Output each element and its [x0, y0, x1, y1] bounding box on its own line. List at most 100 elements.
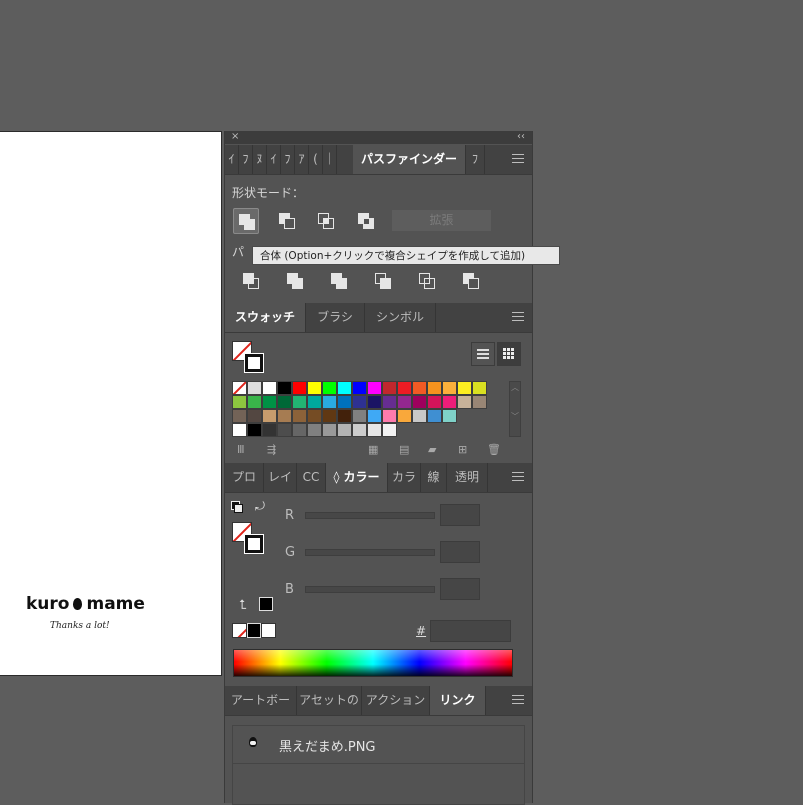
- swatch-row3-1[interactable]: [247, 409, 262, 423]
- swatch-row2-1[interactable]: [247, 395, 262, 409]
- swatch-row3-10[interactable]: [382, 409, 397, 423]
- swatch-grey-1[interactable]: [247, 423, 262, 437]
- swatch-grey-3[interactable]: [277, 423, 292, 437]
- tab-symbols[interactable]: シンボル: [365, 303, 436, 332]
- swatch-grey-10[interactable]: [382, 423, 397, 437]
- delete-swatch-icon[interactable]: 🗑: [487, 444, 501, 455]
- swatch-row2-5[interactable]: [307, 395, 322, 409]
- swatch-row1-5[interactable]: [337, 381, 352, 395]
- new-color-group-icon[interactable]: ▰: [428, 444, 440, 455]
- tab-collapsed-1[interactable]: ｲ: [225, 145, 239, 174]
- minus-front-button[interactable]: [274, 208, 298, 232]
- tab-color[interactable]: ◊ カラー: [326, 463, 388, 492]
- swatch-row3-12[interactable]: [412, 409, 427, 423]
- swatch-row1-0[interactable]: [262, 381, 277, 395]
- link-row[interactable]: 黒えだまめ.PNG: [233, 726, 524, 764]
- swatch-grey-9[interactable]: [367, 423, 382, 437]
- swatch-row1-14[interactable]: [472, 381, 487, 395]
- tab-actions[interactable]: アクション: [362, 686, 430, 715]
- tab-stroke[interactable]: 線: [421, 463, 447, 492]
- swatch-grey-6[interactable]: [322, 423, 337, 437]
- tab-collapsed-6[interactable]: ｱ: [295, 145, 309, 174]
- color-menu-icon[interactable]: [512, 472, 524, 484]
- tab-links[interactable]: リンク: [430, 686, 486, 715]
- merge-button[interactable]: [327, 269, 351, 293]
- minus-back-button[interactable]: [459, 269, 483, 293]
- channel-r-slider[interactable]: [305, 512, 435, 519]
- tab-properties[interactable]: プロ: [225, 463, 264, 492]
- swap-colors-icon[interactable]: ⤾: [255, 499, 265, 514]
- swatch-kind-icon[interactable]: ▦: [368, 444, 380, 455]
- links-menu-icon[interactable]: [512, 695, 524, 707]
- tab-brushes[interactable]: ブラシ: [306, 303, 365, 332]
- swatch-registration[interactable]: [247, 381, 262, 395]
- swatch-grey-8[interactable]: [352, 423, 367, 437]
- place-swatch-icon[interactable]: ⇶: [267, 444, 279, 455]
- swatch-row2-2[interactable]: [262, 395, 277, 409]
- swatch-row1-1[interactable]: [277, 381, 292, 395]
- swatch-row2-6[interactable]: [322, 395, 337, 409]
- tab-pathfinder[interactable]: パスファインダー: [353, 145, 466, 174]
- channel-r-input[interactable]: [440, 504, 480, 526]
- swatch-row3-8[interactable]: [352, 409, 367, 423]
- quick-black-swatch[interactable]: [247, 623, 261, 638]
- swatch-options-icon[interactable]: ▤: [399, 444, 411, 455]
- tab-collapsed-2[interactable]: ﾌ: [239, 145, 253, 174]
- swatch-row3-9[interactable]: [367, 409, 382, 423]
- swatch-row3-6[interactable]: [322, 409, 337, 423]
- swatch-row2-9[interactable]: [367, 395, 382, 409]
- tab-swatches[interactable]: スウォッチ: [225, 303, 306, 332]
- exclude-button[interactable]: [353, 208, 377, 232]
- tab-collapsed-7[interactable]: (: [309, 145, 323, 174]
- swatch-row2-4[interactable]: [292, 395, 307, 409]
- hex-input[interactable]: [430, 620, 511, 642]
- grid-view-icon[interactable]: [497, 342, 521, 366]
- swatch-row2-11[interactable]: [397, 395, 412, 409]
- out-of-gamut-icon[interactable]: ⮤: [239, 598, 247, 613]
- dock-collapse-icon[interactable]: ‹‹: [517, 131, 525, 142]
- dock-close-icon[interactable]: ×: [231, 131, 239, 142]
- swatch-row3-3[interactable]: [277, 409, 292, 423]
- tab-collapsed-8[interactable]: ｜: [323, 145, 337, 174]
- swatch-library-icon[interactable]: Ⅲ: [237, 444, 249, 455]
- tab-layers[interactable]: レイ: [264, 463, 297, 492]
- tab-color-guide[interactable]: カラ: [388, 463, 421, 492]
- swatch-row2-14[interactable]: [442, 395, 457, 409]
- swatch-row2-8[interactable]: [352, 395, 367, 409]
- crop-button[interactable]: [371, 269, 395, 293]
- channel-g-input[interactable]: [440, 541, 480, 563]
- channel-b-input[interactable]: [440, 578, 480, 600]
- unite-button[interactable]: [233, 208, 259, 234]
- default-colors-icon[interactable]: [231, 501, 243, 513]
- tab-collapsed-4[interactable]: ｲ: [267, 145, 281, 174]
- swatch-row1-3[interactable]: [307, 381, 322, 395]
- swatch-row1-10[interactable]: [412, 381, 427, 395]
- swatch-grey-5[interactable]: [307, 423, 322, 437]
- color-spectrum[interactable]: [233, 649, 513, 677]
- trim-button[interactable]: [283, 269, 307, 293]
- swatch-row2-0[interactable]: [232, 395, 247, 409]
- stroke-swatch[interactable]: [244, 353, 264, 373]
- swatch-row2-15[interactable]: [457, 395, 472, 409]
- tab-cc-libraries[interactable]: CC: [297, 463, 326, 492]
- swatches-menu-icon[interactable]: [512, 312, 524, 324]
- tab-asset-export[interactable]: アセットの: [297, 686, 362, 715]
- swatch-row1-4[interactable]: [322, 381, 337, 395]
- swatch-none[interactable]: [232, 381, 247, 395]
- swatch-row1-6[interactable]: [352, 381, 367, 395]
- swatch-row1-11[interactable]: [427, 381, 442, 395]
- list-view-icon[interactable]: [471, 342, 495, 366]
- pathfinder-menu-icon[interactable]: [512, 154, 524, 166]
- swatch-scrollbar[interactable]: ︿ ﹀: [509, 381, 521, 437]
- swatch-grey-7[interactable]: [337, 423, 352, 437]
- swatch-row3-13[interactable]: [427, 409, 442, 423]
- swatch-row2-12[interactable]: [412, 395, 427, 409]
- new-swatch-icon[interactable]: ⊞: [458, 444, 470, 455]
- expand-button[interactable]: 拡張: [392, 210, 491, 231]
- swatch-row2-16[interactable]: [472, 395, 487, 409]
- tab-collapsed-9[interactable]: ﾌ: [466, 145, 485, 174]
- swatch-row1-2[interactable]: [292, 381, 307, 395]
- swatch-row2-13[interactable]: [427, 395, 442, 409]
- swatch-row3-0[interactable]: [232, 409, 247, 423]
- swatch-row3-2[interactable]: [262, 409, 277, 423]
